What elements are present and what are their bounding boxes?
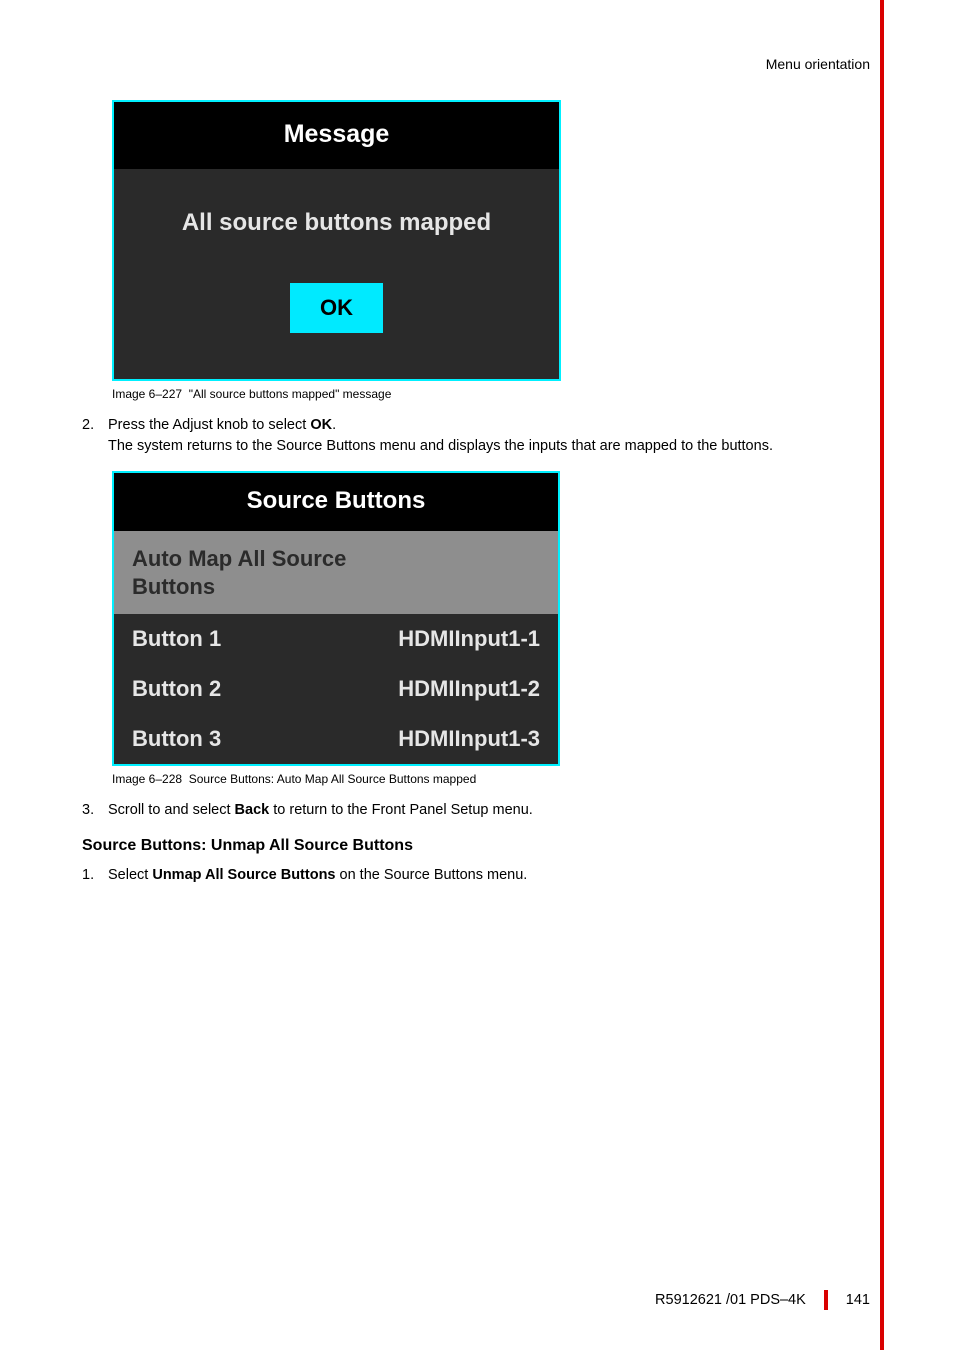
footer-doc-id: R5912621 /01 PDS–4K — [655, 1292, 806, 1308]
menu-item-label: Auto Map All SourceButtons — [132, 545, 346, 600]
menu-item-value: HDMIInput1-3 — [398, 726, 540, 752]
section-heading: Source Buttons: Unmap All Source Buttons — [82, 837, 884, 855]
menu-item-label: Button 3 — [132, 726, 221, 752]
figure-caption-1: Image 6–227 "All source buttons mapped" … — [112, 387, 884, 401]
list-number: 2. — [82, 415, 108, 457]
ok-button[interactable]: OK — [290, 283, 383, 333]
list-number: 3. — [82, 800, 108, 821]
body-text: Select — [108, 867, 152, 883]
body-text-bold: OK — [310, 417, 332, 433]
list-item: 1. Select Unmap All Source Buttons on th… — [82, 865, 884, 886]
menu-item-label: Button 1 — [132, 626, 221, 652]
caption-text: "All source buttons mapped" message — [189, 387, 392, 401]
figure-message-dialog: Message All source buttons mapped OK — [112, 100, 884, 381]
caption-prefix: Image 6–228 — [112, 772, 182, 786]
page-footer: R5912621 /01 PDS–4K 141 — [655, 1290, 870, 1310]
body-text-bold: Unmap All Source Buttons — [152, 867, 335, 883]
body-text: to return to the Front Panel Setup menu. — [269, 802, 533, 818]
menu-item-button2[interactable]: Button 2 HDMIInput1-2 — [114, 664, 558, 714]
menu-item-value: HDMIInput1-2 — [398, 676, 540, 702]
dialog-title: Message — [114, 102, 559, 169]
dialog-message: All source buttons mapped — [114, 209, 559, 237]
menu-item-label: Button 2 — [132, 676, 221, 702]
menu-item-button3[interactable]: Button 3 HDMIInput1-3 — [114, 714, 558, 764]
list-item: 2. Press the Adjust knob to select OK. T… — [82, 415, 884, 457]
body-text: The system returns to the Source Buttons… — [108, 438, 773, 454]
menu-item-button1[interactable]: Button 1 HDMIInput1-1 — [114, 614, 558, 664]
footer-separator — [824, 1290, 828, 1310]
list-item: 3. Scroll to and select Back to return t… — [82, 800, 884, 821]
list-number: 1. — [82, 865, 108, 886]
body-text: on the Source Buttons menu. — [335, 867, 527, 883]
figure-source-buttons: Source Buttons Auto Map All SourceButton… — [112, 471, 884, 766]
dialog-title: Source Buttons — [114, 473, 558, 531]
footer-page-number: 141 — [846, 1292, 870, 1308]
caption-prefix: Image 6–227 — [112, 387, 182, 401]
side-red-bar — [880, 0, 884, 1350]
header-section: Menu orientation — [82, 56, 884, 72]
figure-caption-2: Image 6–228 Source Buttons: Auto Map All… — [112, 772, 884, 786]
menu-item-value: HDMIInput1-1 — [398, 626, 540, 652]
body-text: . — [332, 417, 336, 433]
body-text-bold: Back — [235, 802, 270, 818]
body-text: Scroll to and select — [108, 802, 235, 818]
menu-item-auto-map[interactable]: Auto Map All SourceButtons — [114, 531, 558, 614]
caption-text: Source Buttons: Auto Map All Source Butt… — [189, 772, 477, 786]
body-text: Press the Adjust knob to select — [108, 417, 310, 433]
